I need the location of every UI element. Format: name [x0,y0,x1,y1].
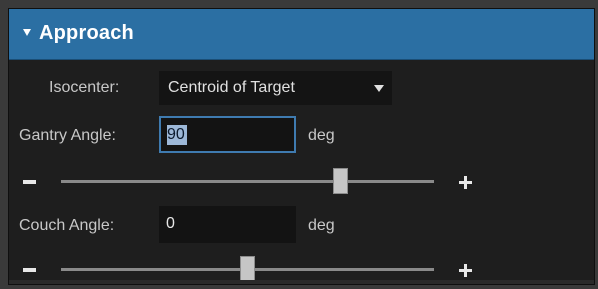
isocenter-label: Isocenter: [49,79,120,96]
gantry-increment-plus-icon[interactable] [459,176,472,189]
gantry-angle-label: Gantry Angle: [19,127,116,144]
couch-decrement-minus-icon[interactable] [23,268,36,272]
couch-angle-unit: deg [308,217,335,234]
section-title: Approach [39,22,134,44]
couch-angle-label: Couch Angle: [19,217,115,234]
gantry-slider-thumb[interactable] [333,168,349,194]
approach-panel: Approach Isocenter: Centroid of Target G… [8,8,595,285]
section-header[interactable]: Approach [9,9,594,60]
gantry-slider-track[interactable] [61,180,434,183]
panel-bottom-edge [9,280,594,284]
gantry-decrement-minus-icon[interactable] [23,180,36,184]
gantry-angle-input[interactable] [167,124,277,146]
gantry-angle-field[interactable] [159,116,296,153]
couch-angle-input[interactable] [166,213,276,235]
isocenter-dropdown[interactable]: Centroid of Target [159,71,392,105]
couch-increment-plus-icon[interactable] [459,264,472,277]
couch-angle-field[interactable] [159,206,296,243]
isocenter-selected-value: Centroid of Target [168,79,295,96]
collapse-triangle-icon[interactable] [23,29,31,36]
gantry-angle-unit: deg [308,127,335,144]
caret-down-icon [374,85,384,92]
couch-slider-thumb[interactable] [240,256,255,282]
